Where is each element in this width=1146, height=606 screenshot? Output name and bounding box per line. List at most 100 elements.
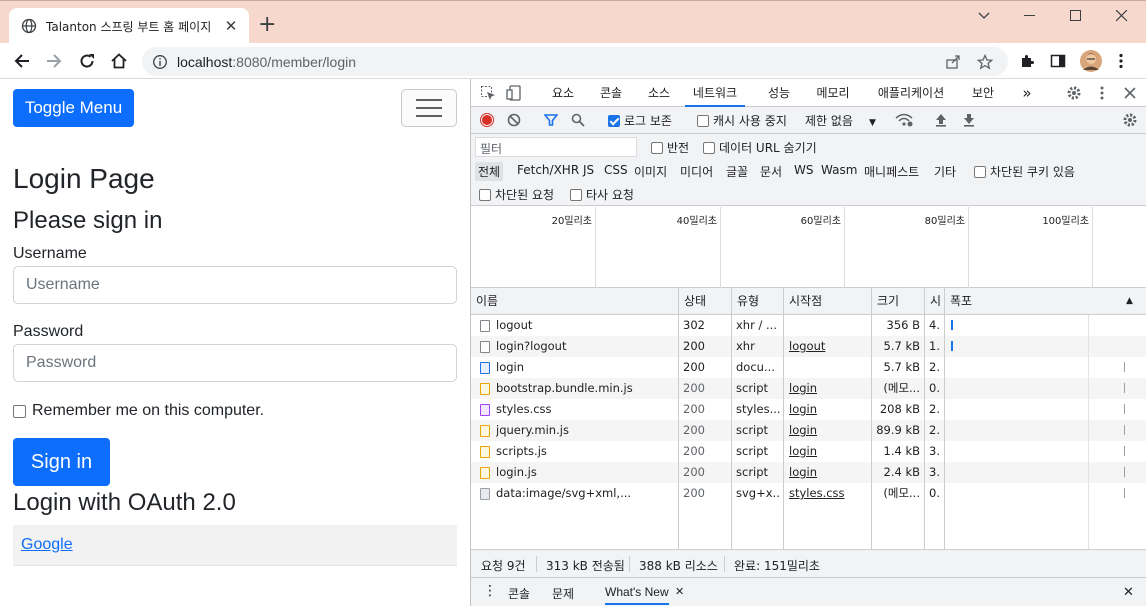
request-initiator[interactable]: login [789, 441, 869, 462]
sign-in-button[interactable]: Sign in [13, 438, 110, 486]
request-name[interactable]: logout [496, 315, 674, 336]
table-row[interactable]: bootstrap.bundle.min.js 200 script login (메모… [471, 378, 1146, 399]
blocked-requests-checkbox[interactable]: 차단된 요청 [479, 186, 554, 203]
request-name[interactable]: login.js [496, 462, 674, 483]
request-initiator[interactable]: login [789, 378, 869, 399]
record-icon[interactable] [478, 111, 496, 129]
network-conditions-icon[interactable] [895, 111, 913, 129]
tab-network[interactable]: 네트워크 [685, 79, 745, 107]
column-size[interactable]: 크기 [872, 288, 899, 315]
table-row[interactable]: login.js 200 script login 2.4 kB 3... [471, 462, 1146, 483]
checkbox-checked[interactable] [608, 115, 620, 127]
back-button[interactable] [9, 48, 35, 74]
export-har-icon[interactable] [960, 111, 978, 129]
table-row[interactable]: data:image/svg+xml,... 200 svg+x... styles.… [471, 483, 1146, 504]
column-time[interactable]: 시 [925, 288, 941, 315]
more-tabs-icon[interactable]: » [1017, 79, 1037, 107]
device-toolbar-icon[interactable] [505, 84, 523, 102]
checkbox-unchecked[interactable] [974, 166, 986, 178]
filter-type-js[interactable]: JS [580, 162, 597, 178]
reload-button[interactable] [74, 48, 100, 74]
filter-type-media[interactable]: 미디어 [677, 162, 716, 181]
request-initiator[interactable]: login [789, 399, 869, 420]
checkbox-unchecked[interactable] [697, 115, 709, 127]
search-icon[interactable] [569, 111, 587, 129]
request-initiator[interactable]: login [789, 420, 869, 441]
request-name[interactable]: scripts.js [496, 441, 674, 462]
third-party-checkbox[interactable]: 타사 요청 [570, 186, 634, 203]
request-name[interactable]: bootstrap.bundle.min.js [496, 378, 674, 399]
menu-kebab-icon[interactable] [1108, 48, 1134, 74]
filter-type-ws[interactable]: WS [791, 162, 816, 178]
filter-type-wasm[interactable]: Wasm [818, 162, 860, 178]
navbar-toggler-button[interactable] [401, 89, 457, 127]
checkbox-unchecked[interactable] [570, 189, 582, 201]
tab-console[interactable]: 콘솔 [593, 79, 629, 107]
hide-data-urls-checkbox[interactable]: 데이터 URL 숨기기 [703, 139, 817, 156]
sort-up-icon[interactable]: ▲ [1121, 288, 1133, 315]
request-initiator[interactable]: styles.css [789, 483, 869, 504]
share-icon[interactable] [944, 53, 962, 71]
filter-type-font[interactable]: 글꼴 [723, 162, 751, 181]
checkbox-unchecked[interactable] [479, 189, 491, 201]
network-overview[interactable]: 20밀리초 40밀리초 60밀리초 80밀리초 100밀리초 [471, 207, 1146, 288]
disable-cache-checkbox[interactable]: 캐시 사용 중지 [697, 112, 787, 129]
table-row[interactable]: jquery.min.js 200 script login 89.9 kB 2... [471, 420, 1146, 441]
filter-input[interactable]: 필터 [475, 137, 637, 157]
password-input[interactable]: Password [13, 344, 457, 382]
close-drawer-icon[interactable]: ✕ [1123, 585, 1134, 600]
chevron-down-icon[interactable] [961, 1, 1007, 31]
drawer-tab-whats-new[interactable]: What's New [605, 585, 669, 605]
home-button[interactable] [106, 48, 132, 74]
tab-elements[interactable]: 요소 [545, 79, 581, 107]
tab-application[interactable]: 애플리케이션 [869, 79, 953, 107]
clear-icon[interactable] [505, 111, 523, 129]
browser-tab[interactable]: Talanton 스프링 부트 홈 페이지 ✕ [9, 8, 249, 44]
filter-type-doc[interactable]: 문서 [757, 162, 785, 181]
filter-type-fetch-xhr[interactable]: Fetch/XHR [514, 162, 582, 178]
remember-me-checkbox[interactable]: Remember me on this computer. [13, 402, 264, 420]
tab-close-icon[interactable]: ✕ [223, 17, 239, 35]
filter-funnel-icon[interactable] [542, 111, 560, 129]
devtools-menu-icon[interactable] [1093, 84, 1111, 102]
close-window-button[interactable] [1099, 1, 1145, 31]
forward-button[interactable] [41, 48, 67, 74]
network-settings-gear-icon[interactable] [1121, 111, 1139, 129]
table-row[interactable]: scripts.js 200 script login 1.4 kB 3... [471, 441, 1146, 462]
table-row[interactable]: login 200 docu... 5.7 kB 2... [471, 357, 1146, 378]
filter-type-image[interactable]: 이미지 [631, 162, 670, 181]
settings-gear-icon[interactable] [1065, 84, 1083, 102]
drawer-menu-icon[interactable]: ⋮ [483, 583, 497, 599]
request-name[interactable]: login?logout [496, 336, 674, 357]
tab-memory[interactable]: 메모리 [809, 79, 857, 107]
filter-type-manifest[interactable]: 매니페스트 [861, 162, 922, 181]
import-har-icon[interactable] [932, 111, 950, 129]
filter-type-other[interactable]: 기타 [931, 162, 959, 181]
request-initiator[interactable]: logout [789, 336, 869, 357]
minimize-button[interactable] [1007, 1, 1053, 31]
close-devtools-icon[interactable] [1121, 84, 1139, 102]
tab-performance[interactable]: 성능 [761, 79, 797, 107]
table-row[interactable]: styles.css 200 styles... login 208 kB 2... [471, 399, 1146, 420]
request-name[interactable]: login [496, 357, 674, 378]
preserve-log-checkbox[interactable]: 로그 보존 [608, 112, 672, 129]
request-name[interactable]: jquery.min.js [496, 420, 674, 441]
drawer-tab-console[interactable]: 콘솔 [508, 585, 530, 602]
tab-sources[interactable]: 소스 [641, 79, 677, 107]
filter-type-css[interactable]: CSS [601, 162, 631, 178]
profile-avatar[interactable] [1078, 48, 1104, 74]
throttling-select[interactable]: 제한 없음 ▼ [805, 112, 876, 129]
table-row[interactable]: logout 302 xhr / ... 356 B 4... [471, 315, 1146, 336]
extensions-puzzle-icon[interactable] [1014, 48, 1040, 74]
bookmark-star-icon[interactable] [976, 53, 994, 71]
filter-type-all[interactable]: 전체 [475, 162, 504, 181]
google-login-link[interactable]: Google [21, 536, 73, 554]
checkbox-unchecked[interactable] [703, 142, 715, 154]
blocked-cookies-checkbox[interactable]: 차단된 쿠키 있음 [974, 163, 1075, 180]
username-input[interactable]: Username [13, 266, 457, 304]
checkbox-unchecked[interactable] [651, 142, 663, 154]
side-panel-icon[interactable] [1045, 48, 1071, 74]
close-whats-new-icon[interactable]: ✕ [675, 585, 684, 598]
address-bar[interactable]: localhost:8080/member/login [142, 47, 1008, 76]
new-tab-button[interactable]: + [258, 14, 276, 36]
